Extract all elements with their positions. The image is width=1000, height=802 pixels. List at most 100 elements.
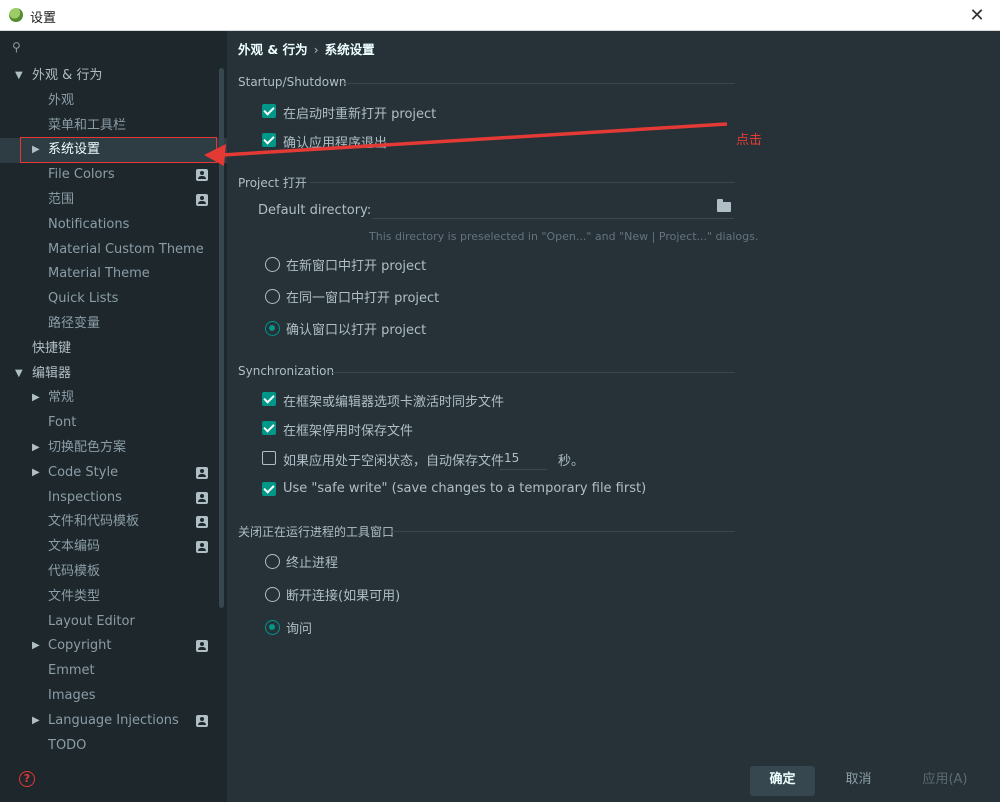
- help-icon[interactable]: ?: [19, 771, 35, 787]
- safe-write-checkbox[interactable]: [262, 482, 276, 496]
- apply-button[interactable]: 应用(A): [899, 766, 991, 796]
- breadcrumb-parent[interactable]: 外观 & 行为: [238, 42, 308, 57]
- reopen-project-label: 在启动时重新打开 project: [283, 107, 437, 122]
- sidebar-item[interactable]: TODO: [0, 734, 227, 754]
- project-scope-icon: [196, 516, 208, 529]
- sync-on-activate-checkbox[interactable]: [262, 392, 276, 406]
- sidebar-item[interactable]: Material Theme: [0, 262, 227, 287]
- sidebar-item[interactable]: ▼ 编辑器: [0, 362, 227, 387]
- confirm-window-label: 确认窗口以打开 project: [286, 323, 427, 338]
- sidebar-item[interactable]: ▶ 系统设置: [0, 138, 227, 164]
- terminate-process-radio[interactable]: [265, 554, 280, 569]
- sidebar-item[interactable]: 快捷键: [0, 337, 227, 362]
- sidebar-item-label: Material Custom Theme: [48, 241, 204, 257]
- sync-on-activate-label: 在框架或编辑器选项卡激活时同步文件: [283, 395, 505, 410]
- idle-seconds-input[interactable]: 15: [499, 446, 547, 470]
- collapse-arrow-icon[interactable]: ▶: [32, 138, 40, 163]
- sidebar-item[interactable]: ▼ 外观 & 行为: [0, 64, 227, 89]
- sidebar-item-label: 外观: [48, 92, 75, 108]
- breadcrumb-separator: ›: [313, 42, 319, 57]
- reopen-project-checkbox[interactable]: [262, 104, 276, 118]
- project-scope-icon: [196, 714, 208, 727]
- settings-search-input[interactable]: ⚲: [8, 37, 219, 57]
- collapse-arrow-icon[interactable]: ▶: [32, 634, 40, 659]
- sidebar-item[interactable]: Layout Editor: [0, 610, 227, 635]
- sidebar-item[interactable]: 文件类型: [0, 585, 227, 610]
- cancel-button[interactable]: 取消: [826, 766, 891, 796]
- open-same-window-label: 在同一窗口中打开 project: [286, 291, 440, 306]
- sidebar-item[interactable]: 路径变量: [0, 312, 227, 337]
- sidebar-item-label: Copyright: [48, 638, 112, 654]
- collapse-arrow-icon[interactable]: ▶: [32, 436, 40, 461]
- sidebar-item-label: Inspections: [48, 489, 122, 505]
- breadcrumb-current: 系统设置: [324, 42, 375, 57]
- sidebar-item-label: 外观 & 行为: [32, 68, 103, 83]
- section-divider: [331, 372, 735, 373]
- project-scope-icon: [196, 193, 208, 206]
- settings-sidebar: ⚲ ▼ 外观 & 行为外观菜单和工具栏 ▶ 系统设置 File Colors 范围 Noti…: [0, 31, 227, 754]
- footer-left-area: ?: [0, 754, 227, 802]
- safe-write-label: Use "safe write" (save changes to a temp…: [283, 481, 647, 496]
- sidebar-item-label: Code Style: [48, 464, 119, 480]
- disconnect-label: 断开连接(如果可用): [286, 589, 401, 604]
- collapse-arrow-icon[interactable]: ▶: [32, 386, 40, 411]
- dialog-footer: ? 确定 取消 应用(A): [0, 754, 1000, 802]
- window-title: 设置: [30, 11, 57, 26]
- sidebar-item[interactable]: ▶ Language Injections: [0, 709, 227, 734]
- sidebar-item[interactable]: 外观: [0, 89, 227, 114]
- sidebar-item[interactable]: 文本编码: [0, 535, 227, 560]
- save-on-deactivate-checkbox[interactable]: [262, 421, 276, 435]
- default-directory-input[interactable]: [372, 195, 734, 219]
- sidebar-item-label: 文本编码: [48, 539, 101, 555]
- project-scope-icon: [196, 169, 208, 182]
- sidebar-item[interactable]: Quick Lists: [0, 287, 227, 312]
- open-new-window-radio[interactable]: [265, 257, 280, 272]
- sidebar-item[interactable]: 文件和代码模板: [0, 510, 227, 535]
- confirm-window-radio[interactable]: [265, 321, 280, 336]
- terminate-process-label: 终止进程: [286, 556, 339, 571]
- close-tools-section-title: 关闭正在运行进程的工具窗口: [238, 525, 395, 539]
- ok-button[interactable]: 确定: [750, 766, 815, 796]
- sidebar-item[interactable]: ▶ Copyright: [0, 634, 227, 659]
- project-scope-icon: [196, 491, 208, 504]
- section-divider: [342, 83, 735, 84]
- sidebar-item[interactable]: ▶ Code Style: [0, 461, 227, 486]
- sidebar-item[interactable]: Font: [0, 411, 227, 436]
- expand-arrow-icon[interactable]: ▼: [15, 362, 23, 387]
- ask-radio[interactable]: [265, 620, 280, 635]
- sidebar-item-label: File Colors: [48, 167, 115, 183]
- folder-icon[interactable]: [717, 199, 731, 212]
- sidebar-item[interactable]: Inspections: [0, 486, 227, 511]
- sidebar-item[interactable]: Emmet: [0, 659, 227, 684]
- sidebar-item[interactable]: Notifications: [0, 213, 227, 238]
- sidebar-item[interactable]: File Colors: [0, 163, 227, 188]
- disconnect-radio[interactable]: [265, 587, 280, 602]
- expand-arrow-icon[interactable]: ▼: [15, 64, 23, 89]
- collapse-arrow-icon[interactable]: ▶: [32, 709, 40, 734]
- sidebar-item[interactable]: ▶ 常规: [0, 386, 227, 411]
- confirm-exit-checkbox[interactable]: [262, 133, 276, 147]
- sidebar-item[interactable]: 菜单和工具栏: [0, 114, 227, 139]
- sidebar-item-label: 切换配色方案: [48, 439, 127, 455]
- close-button[interactable]: ✕: [954, 0, 1000, 31]
- sidebar-item-label: 常规: [48, 390, 75, 406]
- sidebar-item[interactable]: 代码模板: [0, 560, 227, 585]
- sidebar-scrollbar[interactable]: [219, 68, 224, 608]
- collapse-arrow-icon[interactable]: ▶: [32, 461, 40, 486]
- sidebar-item-label: 快捷键: [32, 340, 72, 356]
- sidebar-item-label: 代码模板: [48, 563, 101, 579]
- sidebar-item-label: Quick Lists: [48, 291, 119, 307]
- idle-save-checkbox[interactable]: [262, 451, 276, 465]
- sidebar-item-label: Emmet: [48, 663, 95, 679]
- sidebar-item[interactable]: Images: [0, 684, 227, 709]
- sidebar-item-label: 菜单和工具栏: [48, 117, 127, 133]
- project-open-section-title: Project 打开: [238, 176, 307, 190]
- sidebar-item[interactable]: 范围: [0, 188, 227, 213]
- sidebar-item-label: Material Theme: [48, 266, 150, 282]
- default-directory-label: Default directory:: [258, 203, 372, 218]
- sidebar-item[interactable]: ▶ 切换配色方案: [0, 436, 227, 461]
- sidebar-item[interactable]: Material Custom Theme: [0, 238, 227, 263]
- open-same-window-radio[interactable]: [265, 289, 280, 304]
- save-on-deactivate-label: 在框架停用时保存文件: [283, 424, 414, 439]
- settings-tree: ▼ 外观 & 行为外观菜单和工具栏 ▶ 系统设置 File Colors 范围 Notifi…: [0, 64, 227, 754]
